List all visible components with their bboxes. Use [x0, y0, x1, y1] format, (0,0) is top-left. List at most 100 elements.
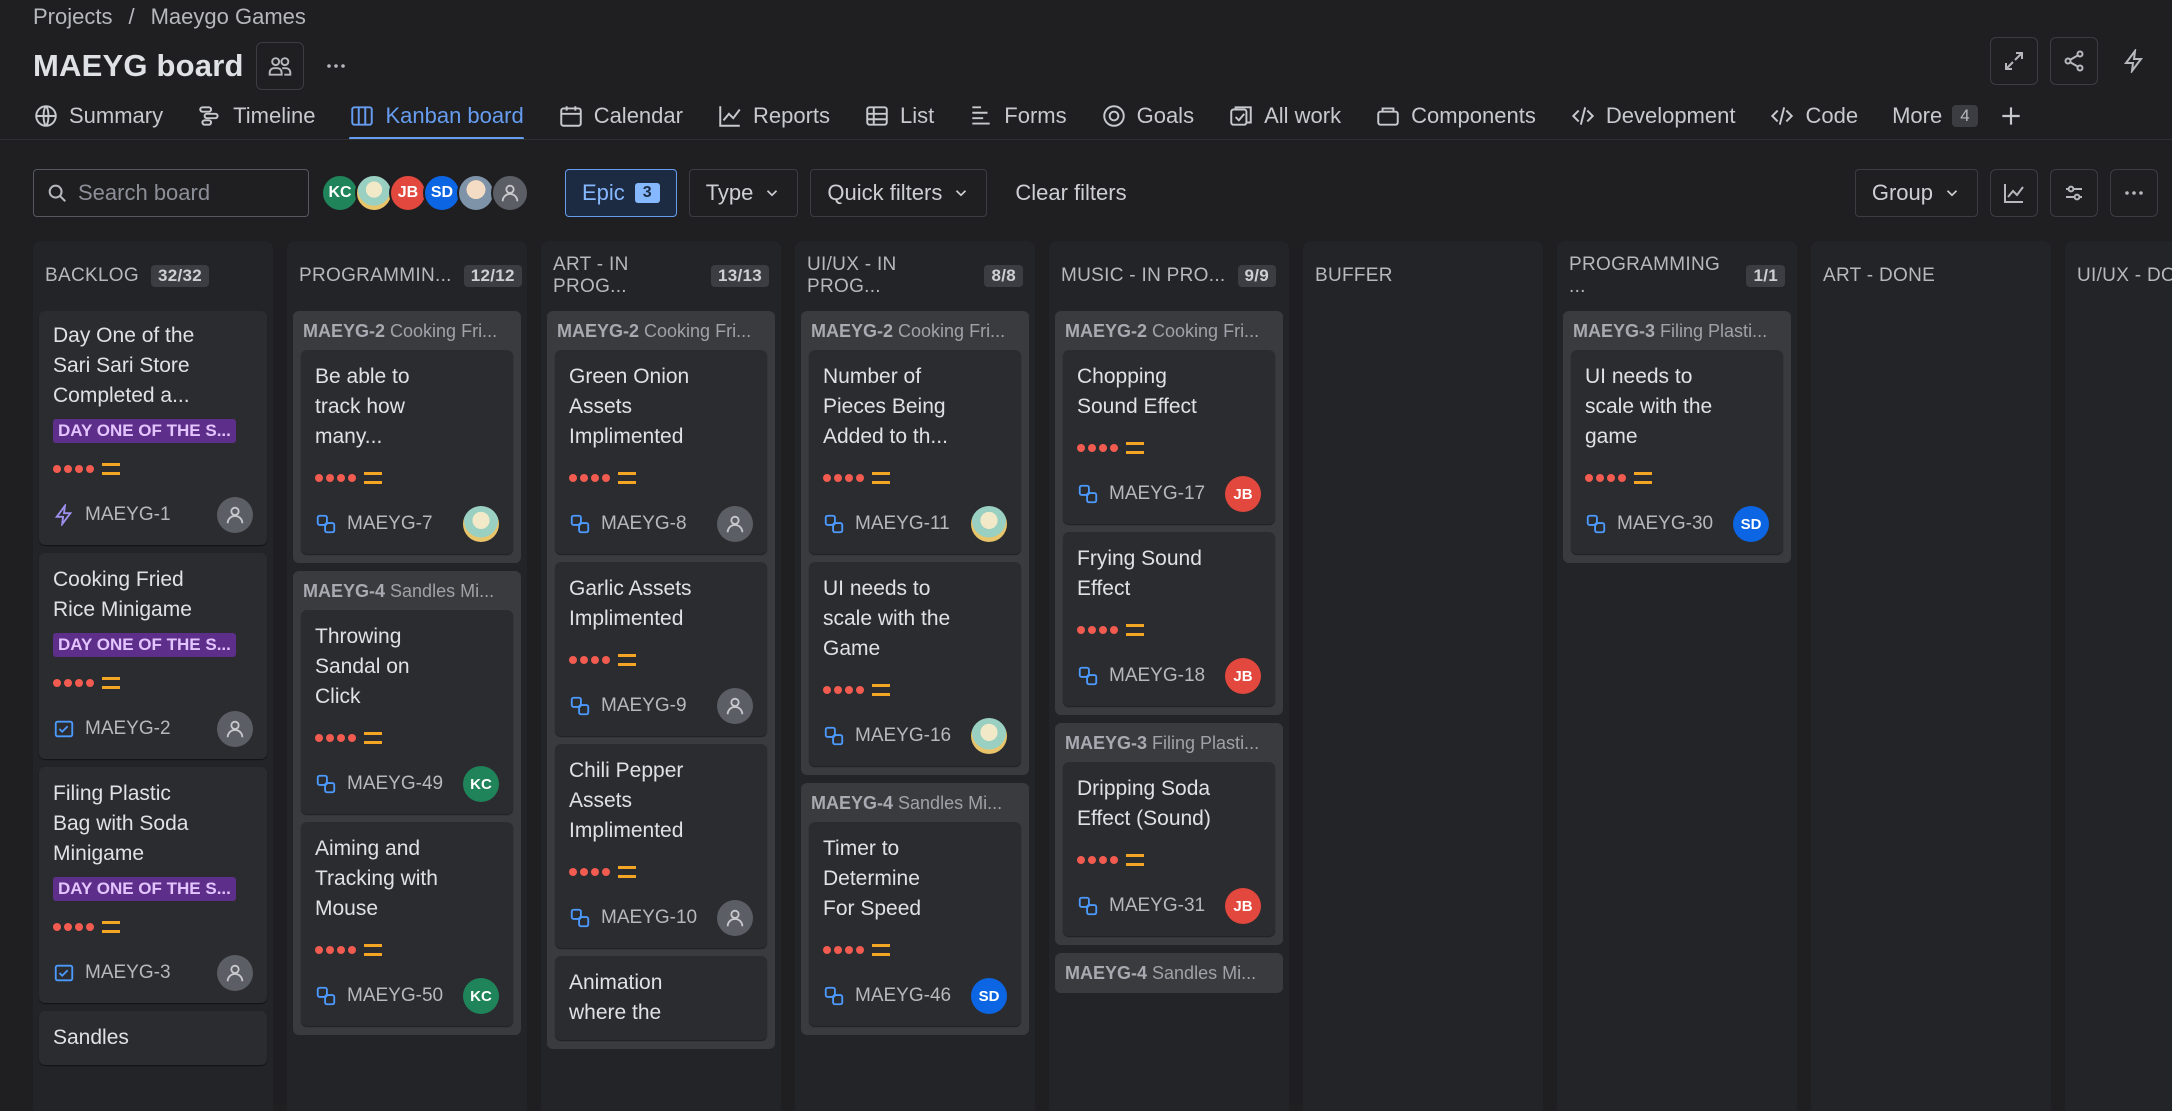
issue-card[interactable]: Day One of the Sari Sari Store Completed… [39, 311, 267, 545]
column-header[interactable]: ART - IN PROG... 13/13 [541, 241, 781, 311]
assignee-avatar[interactable] [971, 506, 1007, 542]
issue-key[interactable]: MAEYG-16 [823, 725, 951, 747]
tab-calendar[interactable]: Calendar [558, 96, 683, 136]
assignee-avatar[interactable] [717, 900, 753, 936]
issue-card[interactable]: Cooking Fried Rice Minigame DAY ONE OF T… [39, 553, 267, 759]
assignee-avatar[interactable]: JB [1225, 658, 1261, 694]
column-header[interactable]: MUSIC - IN PRO... 9/9 [1049, 241, 1289, 311]
avatar[interactable] [491, 174, 529, 212]
issue-card[interactable]: Chopping Sound Effect MAEYG-17 JB [1063, 350, 1275, 524]
avatar[interactable]: SD [423, 174, 461, 212]
epic-filter-button[interactable]: Epic 3 [565, 169, 677, 217]
epic-group-header[interactable]: MAEYG-4 Sandles Mi... [297, 577, 517, 610]
breadcrumb-project[interactable]: Maeygo Games [151, 4, 306, 30]
clear-filters-button[interactable]: Clear filters [999, 169, 1142, 217]
epic-group-header[interactable]: MAEYG-3 Filing Plasti... [1059, 729, 1279, 762]
add-tab-button[interactable] [1998, 96, 2024, 136]
issue-card[interactable]: UI needs to scale with the game MAEYG-30… [1571, 350, 1783, 554]
column-header[interactable]: BUFFER [1303, 241, 1543, 311]
issue-key[interactable]: MAEYG-30 [1585, 513, 1713, 535]
issue-card[interactable]: Green Onion Assets Implimented MAEYG-8 [555, 350, 767, 554]
assignee-avatar[interactable] [971, 718, 1007, 754]
assignee-avatar[interactable]: KC [463, 978, 499, 1014]
share-button[interactable] [2050, 37, 2098, 85]
tab-components[interactable]: Components [1375, 96, 1536, 136]
issue-key[interactable]: MAEYG-2 [53, 718, 171, 740]
assignee-avatar[interactable] [217, 711, 253, 747]
issue-key[interactable]: MAEYG-3 [53, 962, 171, 984]
issue-card[interactable]: Aiming and Tracking with Mouse MAEYG-50 … [301, 822, 513, 1026]
assignee-avatar[interactable]: JB [1225, 888, 1261, 924]
column-header[interactable]: BACKLOG 32/32 [33, 241, 273, 311]
issue-card[interactable]: Dripping Soda Effect (Sound) MAEYG-31 JB [1063, 762, 1275, 936]
column-header[interactable]: PROGRAMMING ... 1/1 [1557, 241, 1797, 311]
tab-kanban-board[interactable]: Kanban board [349, 96, 524, 140]
epic-group-header[interactable]: MAEYG-2 Cooking Fri... [805, 317, 1025, 350]
issue-key[interactable]: MAEYG-9 [569, 695, 687, 717]
assignee-avatar[interactable] [463, 506, 499, 542]
avatar[interactable] [457, 174, 495, 212]
issue-key[interactable]: MAEYG-18 [1077, 665, 1205, 687]
issue-card[interactable]: Garlic Assets Implimented MAEYG-9 [555, 562, 767, 736]
issue-key[interactable]: MAEYG-11 [823, 513, 950, 535]
insights-button[interactable] [1990, 169, 2038, 217]
issue-card[interactable]: UI needs to scale with the Game MAEYG-16 [809, 562, 1021, 766]
more-actions-button[interactable] [316, 46, 356, 86]
epic-group-header[interactable]: MAEYG-4 Sandles Mi... [805, 789, 1025, 822]
issue-key[interactable]: MAEYG-50 [315, 985, 443, 1007]
issue-key[interactable]: MAEYG-1 [53, 504, 171, 526]
tab-all-work[interactable]: All work [1228, 96, 1341, 136]
avatar[interactable]: KC [321, 174, 359, 212]
assignee-avatar[interactable] [717, 506, 753, 542]
issue-key[interactable]: MAEYG-17 [1077, 483, 1205, 505]
tab-code[interactable]: Code [1769, 96, 1858, 136]
issue-key[interactable]: MAEYG-46 [823, 985, 951, 1007]
issue-key[interactable]: MAEYG-7 [315, 513, 433, 535]
issue-card[interactable]: Number of Pieces Being Added to th... MA… [809, 350, 1021, 554]
search-board-input[interactable]: Search board [33, 169, 309, 217]
breadcrumb-projects[interactable]: Projects [33, 4, 112, 30]
epic-group-header[interactable]: MAEYG-2 Cooking Fri... [551, 317, 771, 350]
issue-card[interactable]: Chili Pepper Assets Implimented MAEYG-10 [555, 744, 767, 948]
tab-development[interactable]: Development [1570, 96, 1735, 136]
tab-reports[interactable]: Reports [717, 96, 830, 136]
tab-list[interactable]: List [864, 96, 934, 136]
column-header[interactable]: UI/UX - IN PROG... 8/8 [795, 241, 1035, 311]
assignee-avatar[interactable]: JB [1225, 476, 1261, 512]
tab-forms[interactable]: Forms [968, 96, 1067, 136]
epic-group-header[interactable]: MAEYG-3 Filing Plasti... [1567, 317, 1787, 350]
board-more-button[interactable] [2110, 169, 2158, 217]
issue-key[interactable]: MAEYG-10 [569, 907, 697, 929]
issue-card[interactable]: Sandles [39, 1011, 267, 1065]
assignee-avatar[interactable] [217, 497, 253, 533]
fullscreen-button[interactable] [1990, 37, 2038, 85]
epic-group-header[interactable]: MAEYG-2 Cooking Fri... [1059, 317, 1279, 350]
type-filter-button[interactable]: Type [688, 169, 799, 217]
tab-timeline[interactable]: Timeline [197, 96, 315, 136]
quick-filters-button[interactable]: Quick filters [810, 169, 988, 217]
issue-card[interactable]: Frying Sound Effect MAEYG-18 JB [1063, 532, 1275, 706]
issue-card[interactable]: Timer to Determine For Speed MAEYG-46 SD [809, 822, 1021, 1026]
assignee-avatar[interactable]: KC [463, 766, 499, 802]
issue-key[interactable]: MAEYG-31 [1077, 895, 1205, 917]
view-settings-button[interactable] [2050, 169, 2098, 217]
issue-card[interactable]: Animation where the [555, 956, 767, 1040]
issue-key[interactable]: MAEYG-8 [569, 513, 687, 535]
tab-goals[interactable]: Goals [1101, 96, 1194, 136]
issue-key[interactable]: MAEYG-49 [315, 773, 443, 795]
team-button[interactable] [255, 42, 304, 90]
column-header[interactable]: PROGRAMMIN... 12/12 [287, 241, 527, 311]
tab-more[interactable]: More 4 [1892, 96, 1978, 136]
assignee-avatar[interactable] [717, 688, 753, 724]
column-header[interactable]: UI/UX - DO [2065, 241, 2172, 311]
epic-group-header[interactable]: MAEYG-4 Sandles Mi... [1059, 959, 1279, 992]
column-header[interactable]: ART - DONE [1811, 241, 2051, 311]
avatar[interactable] [355, 174, 393, 212]
assignee-avatar[interactable]: SD [1733, 506, 1769, 542]
epic-group-header[interactable]: MAEYG-2 Cooking Fri... [297, 317, 517, 350]
group-button[interactable]: Group [1854, 169, 1978, 217]
issue-card[interactable]: Throwing Sandal on Click MAEYG-49 KC [301, 610, 513, 814]
assignee-avatar[interactable]: SD [971, 978, 1007, 1014]
assignee-avatar[interactable] [217, 955, 253, 991]
issue-card[interactable]: Filing Plastic Bag with Soda Minigame DA… [39, 767, 267, 1003]
